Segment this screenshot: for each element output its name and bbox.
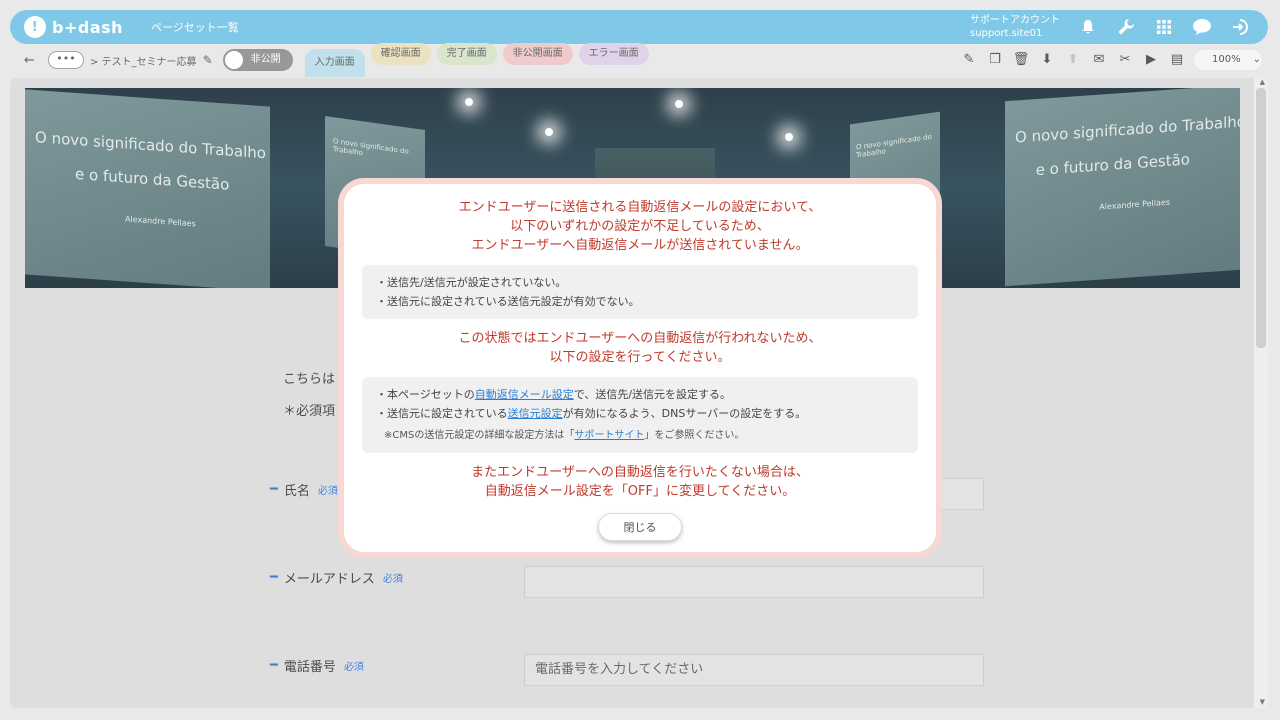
support-note: ※CMSの送信元設定の詳細な設定方法は「サポートサイト」をご参照ください。 — [376, 426, 904, 445]
step-text: ・送信元に設定されている — [376, 407, 508, 420]
action-line: この状態ではエンドユーザーへの自動返信が行われないため、 — [458, 331, 822, 346]
warning-line: 以下のいずれかの設定が不足しているため、 — [510, 219, 770, 234]
note-text: ※CMSの送信元設定の詳細な設定方法は「 — [384, 430, 575, 441]
step-text: ・本ページセットの — [376, 388, 475, 401]
off-line: 自動返信メール設定を「OFF」に変更してください。 — [484, 484, 796, 499]
step-text: で、送信先/送信元を設定する。 — [573, 388, 732, 401]
steps-box: ・本ページセットの自動返信メール設定で、送信先/送信元を設定する。 ・送信元に設… — [362, 377, 918, 453]
close-button[interactable]: 閉じる — [598, 513, 682, 541]
warning-line: エンドユーザーへ自動返信メールが送信されていません。 — [471, 238, 809, 253]
action-message: この状態ではエンドユーザーへの自動返信が行われないため、 以下の設定を行ってくだ… — [358, 329, 922, 367]
step-item: ・本ページセットの自動返信メール設定で、送信先/送信元を設定する。 — [376, 385, 904, 404]
off-message: またエンドユーザーへの自動返信を行いたくない場合は、 自動返信メール設定を「OF… — [358, 463, 922, 501]
step-item: ・送信元に設定されている送信元設定が有効になるよう、DNSサーバーの設定をする。 — [376, 404, 904, 423]
warning-line: エンドユーザーに送信される自動返信メールの設定において、 — [458, 200, 822, 215]
action-line: 以下の設定を行ってください。 — [549, 350, 731, 365]
support-site-link[interactable]: サポートサイト — [574, 430, 644, 441]
sender-settings-link[interactable]: 送信元設定 — [508, 407, 563, 420]
autoreply-settings-link[interactable]: 自動返信メール設定 — [475, 388, 574, 401]
step-text: が有効になるよう、DNSサーバーの設定をする。 — [562, 407, 807, 420]
off-line: またエンドユーザーへの自動返信を行いたくない場合は、 — [471, 465, 809, 480]
cause-item: ・送信元に設定されている送信元設定が有効でない。 — [376, 295, 640, 308]
warning-message: エンドユーザーに送信される自動返信メールの設定において、 以下のいずれかの設定が… — [358, 198, 922, 255]
causes-box: ・送信先/送信元が設定されていない。 ・送信元に設定されている送信元設定が有効で… — [362, 265, 918, 319]
note-text: 」をご参照ください。 — [644, 430, 745, 441]
cause-item: ・送信先/送信元が設定されていない。 — [376, 276, 567, 289]
autoreply-warning-dialog: エンドユーザーに送信される自動返信メールの設定において、 以下のいずれかの設定が… — [338, 178, 942, 558]
